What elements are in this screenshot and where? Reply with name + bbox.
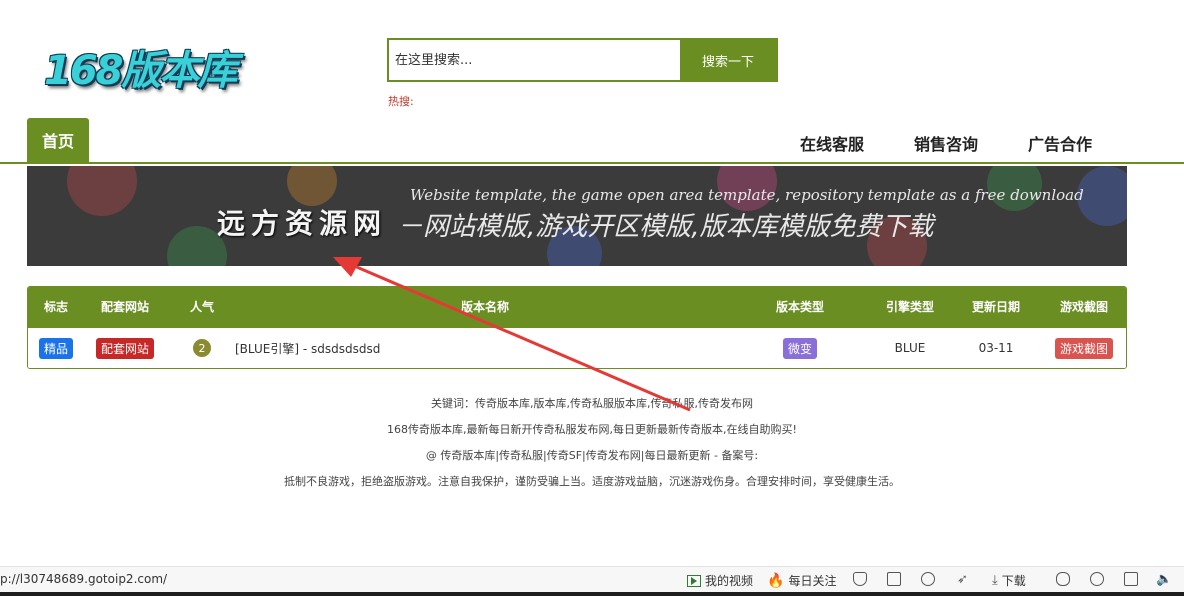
rocket-icon: ➶ — [957, 572, 968, 587]
image-icon — [887, 572, 901, 586]
game-button[interactable] — [1056, 572, 1070, 586]
logo-text: 168版本库 — [44, 48, 237, 94]
rocket-button[interactable]: ➶ — [957, 572, 968, 587]
play-icon — [687, 574, 701, 587]
flag-badge: 精品 — [38, 337, 73, 359]
nav-item-sales-consult[interactable]: 销售咨询 — [914, 131, 978, 155]
gamepad-icon — [1056, 572, 1070, 586]
table-header: 标志 配套网站 人气 版本名称 版本类型 引擎类型 更新日期 游戏截图 — [28, 287, 1126, 328]
footer-description: 168传奇版本库,最新每日新开传奇私服发布网,每日更新最新传奇版本,在线自助购买… — [387, 423, 797, 436]
site-link-badge[interactable]: 配套网站 — [95, 337, 154, 359]
status-url: p://l30748689.gotoip2.com/ — [0, 572, 168, 586]
hero-banner: Website template, the game open area tem… — [27, 166, 1127, 266]
search-button[interactable]: 搜索一下 — [680, 40, 776, 80]
nav-home[interactable]: 首页 — [27, 118, 89, 162]
col-header-engine: 引擎类型 — [885, 300, 934, 314]
download-label: 下载 — [1001, 574, 1026, 588]
col-header-flag: 标志 — [43, 300, 68, 314]
col-header-name: 版本名称 — [460, 300, 509, 314]
footer-keywords: 关键词：传奇版本库,版本库,传奇私服版本库,传奇私服,传奇发布网 — [431, 397, 753, 410]
taskbar-edge — [0, 592, 1184, 596]
shield-button[interactable] — [853, 572, 867, 586]
col-header-type: 版本类型 — [775, 300, 824, 314]
footer-copyright: @ 传奇版本库|传奇私服|传奇SF|传奇发布网|每日最新更新 - 备案号: — [425, 449, 759, 462]
heart-icon — [921, 572, 935, 586]
banner-title: 远方资源网 — [217, 207, 388, 240]
version-table: 标志 配套网站 人气 版本名称 版本类型 引擎类型 更新日期 游戏截图 精品 配… — [27, 286, 1127, 369]
col-header-date: 更新日期 — [971, 300, 1020, 314]
update-date: 03-11 — [978, 341, 1014, 355]
flame-icon: 🔥 — [767, 572, 785, 589]
nav-item-ad-cooperation[interactable]: 广告合作 — [1028, 131, 1092, 155]
engine-type: BLUE — [894, 341, 926, 355]
bokeh-dot — [1077, 166, 1127, 226]
nav-item-online-service[interactable]: 在线客服 — [800, 131, 864, 155]
bokeh-dot — [67, 166, 137, 216]
download-icon: ⤓ — [992, 573, 998, 588]
health-button[interactable] — [921, 572, 935, 586]
screenshot-link-badge[interactable]: 游戏截图 — [1054, 337, 1113, 359]
window-button[interactable] — [1124, 572, 1138, 586]
daily-follow-label: 每日关注 — [788, 574, 837, 588]
col-header-site: 配套网站 — [100, 300, 149, 314]
banner-subtitle: －网站模版,游戏开区模版,版本库模版免费下载 — [397, 212, 934, 242]
version-type-badge: 微变 — [782, 337, 817, 359]
col-header-popularity: 人气 — [189, 300, 214, 314]
browser-statusbar: p://l30748689.gotoip2.com/ 我的视频 🔥 每日关注 ➶… — [0, 566, 1184, 592]
site-logo[interactable]: 168版本库 — [40, 34, 246, 94]
image-button[interactable] — [887, 572, 901, 586]
search-input[interactable] — [389, 40, 680, 80]
col-header-screenshot: 游戏截图 — [1059, 300, 1108, 314]
volume-button[interactable]: 🔈 — [1156, 572, 1172, 587]
nav-divider — [0, 162, 1184, 164]
daily-follow-button[interactable]: 🔥 每日关注 — [767, 572, 836, 589]
banner-english-text: Website template, the game open area tem… — [410, 186, 1084, 204]
popularity-count: 2 — [193, 339, 211, 357]
speaker-icon: 🔈 — [1156, 572, 1173, 587]
my-video-button[interactable]: 我的视频 — [687, 572, 753, 589]
version-name-link[interactable]: [BLUE引擎] - sdsdsdsdsd — [235, 328, 732, 368]
window-icon — [1124, 572, 1138, 586]
table-row: 精品 配套网站 2 [BLUE引擎] - sdsdsdsdsd 微变 BLUE … — [28, 328, 1126, 368]
shield-icon — [853, 572, 867, 586]
my-video-label: 我的视频 — [705, 574, 754, 588]
search-form: 搜索一下 — [387, 38, 778, 82]
footer-notice: 抵制不良游戏，拒绝盗版游戏。注意自我保护，谨防受骗上当。适度游戏益脑，沉迷游戏伤… — [284, 475, 900, 488]
bokeh-dot — [287, 166, 337, 206]
download-button[interactable]: ⤓ 下载 — [992, 572, 1026, 589]
browser-button[interactable] — [1090, 572, 1104, 586]
hot-search-label: 热搜: — [388, 95, 414, 108]
globe-icon — [1090, 572, 1104, 586]
